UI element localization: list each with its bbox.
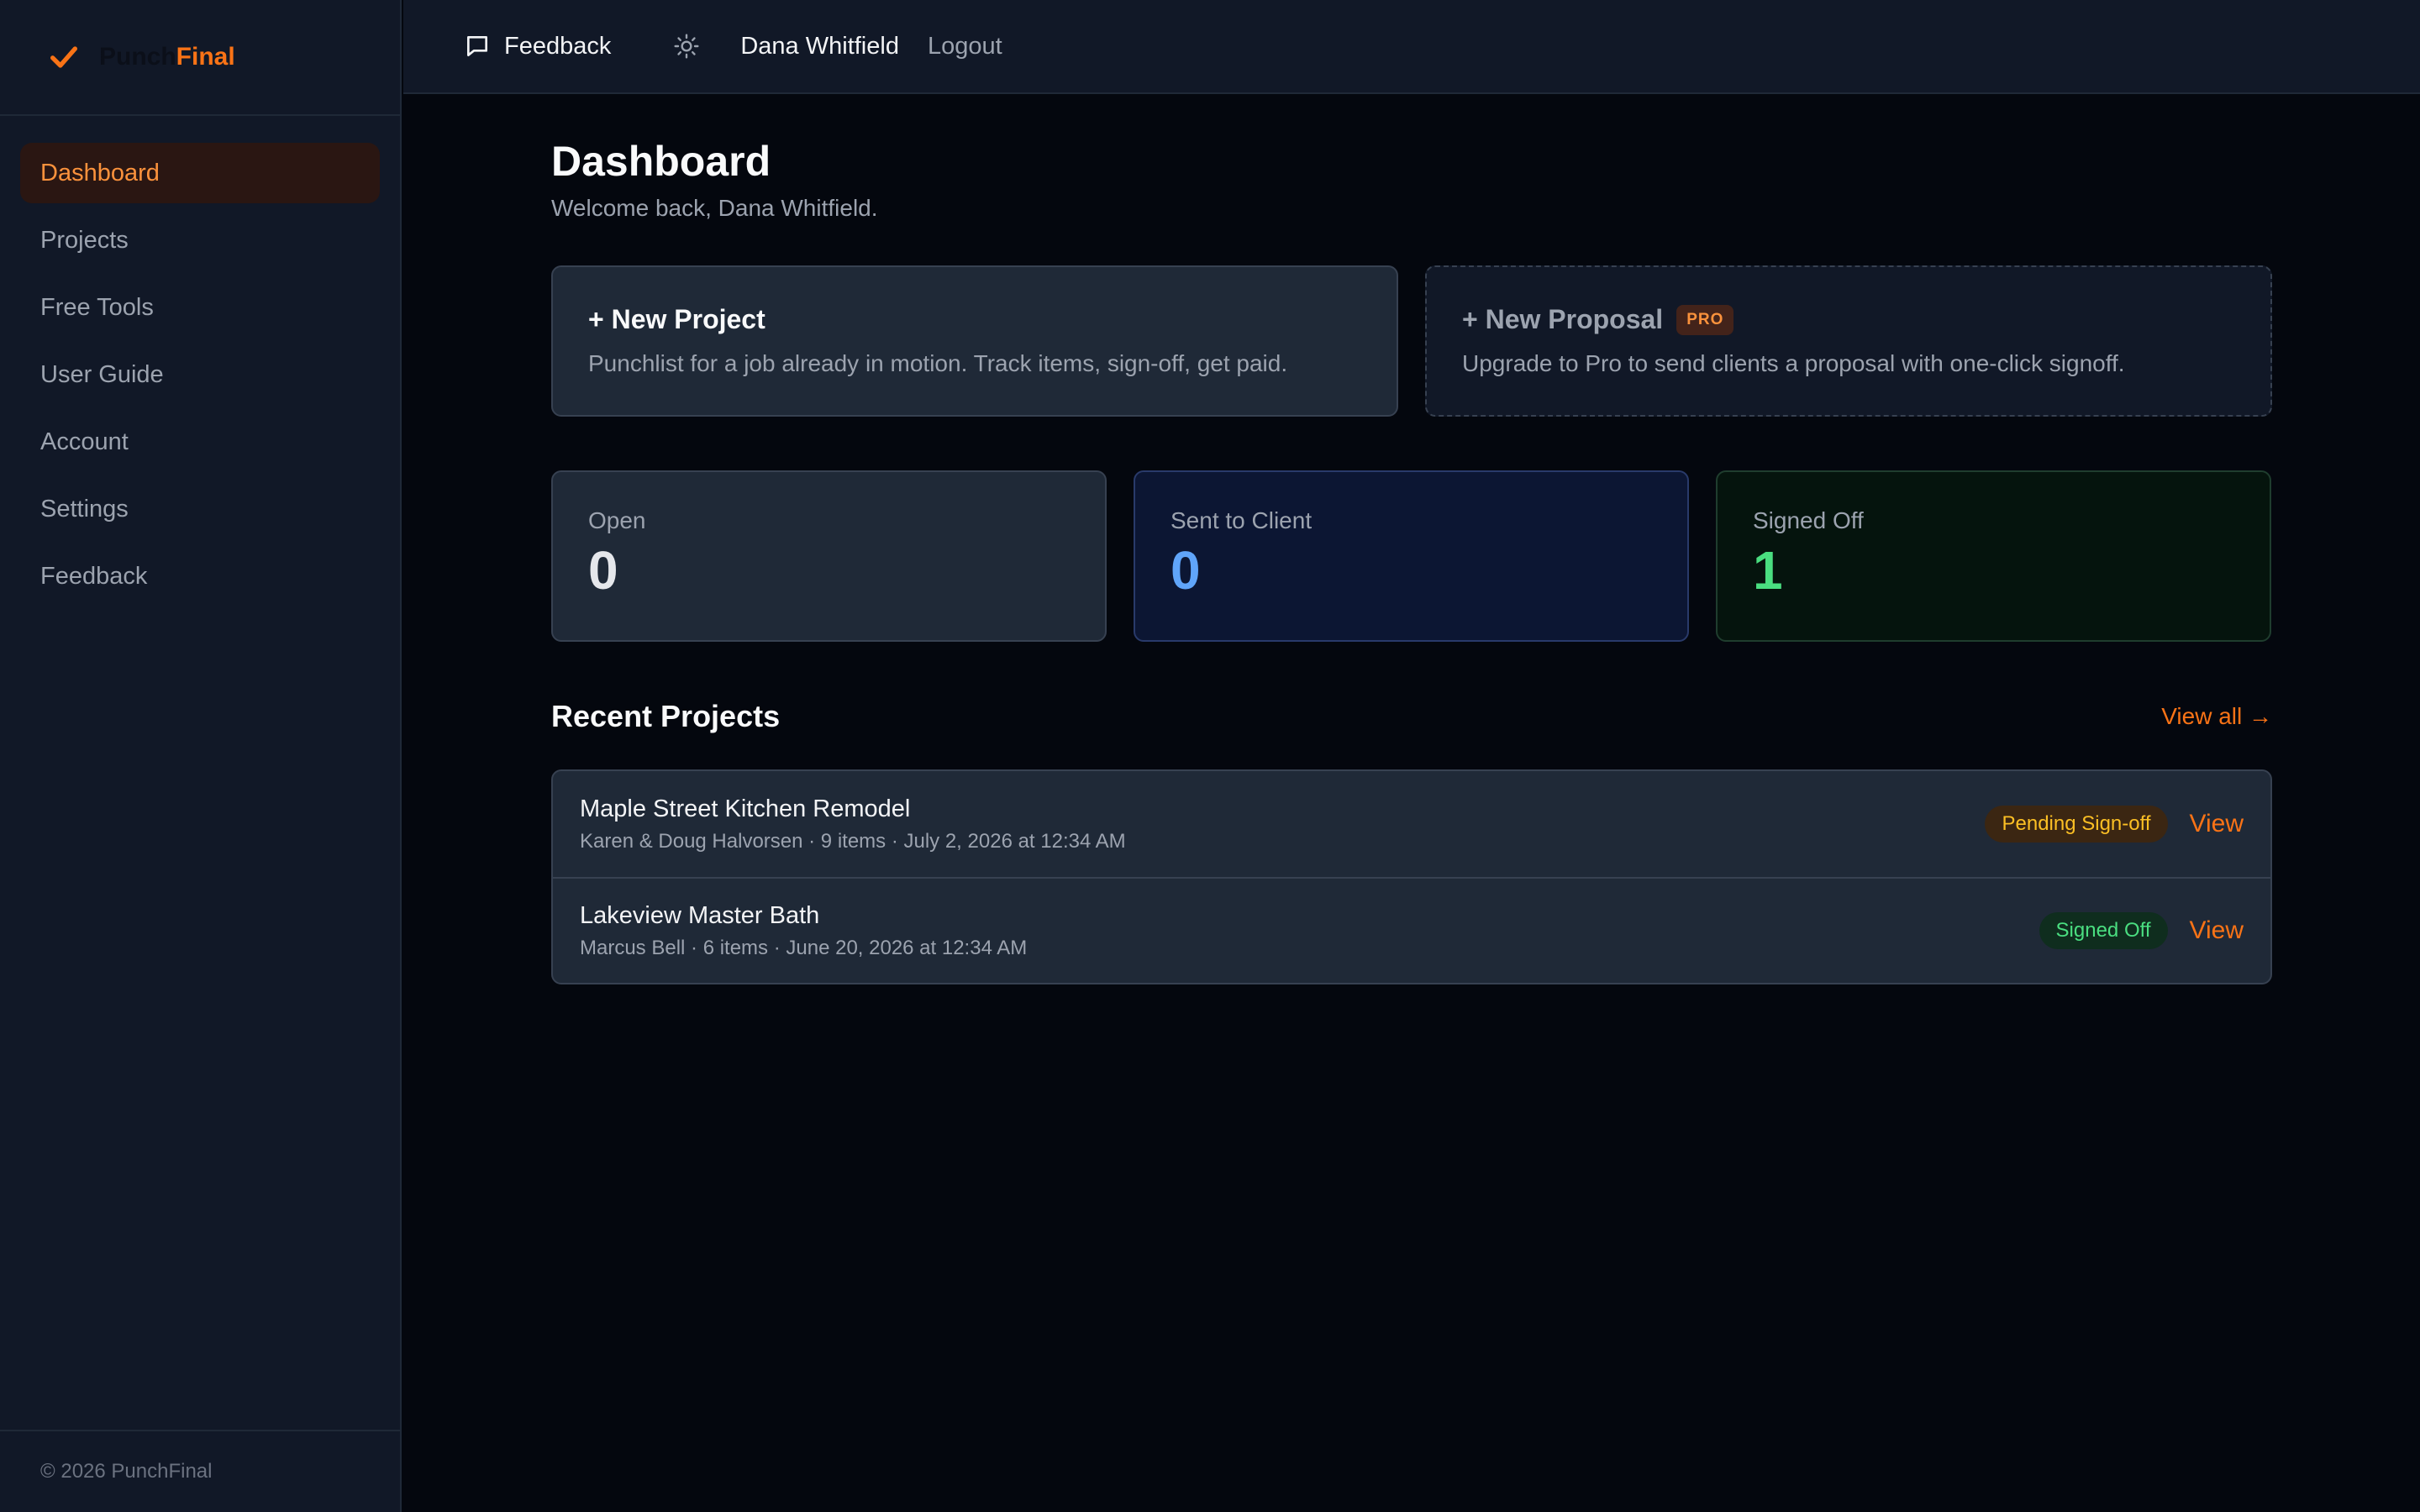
project-meta: Karen & Doug Halvorsen · 9 items · July … [580, 829, 1126, 853]
project-name: Lakeview Master Bath [580, 901, 820, 929]
project-name: Maple Street Kitchen Remodel [580, 795, 911, 822]
sidebar-item-dashboard[interactable]: Dashboard [20, 143, 380, 203]
stat-card-signed[interactable]: Signed Off 1 [1716, 470, 2271, 642]
project-row[interactable]: Maple Street Kitchen Remodel Karen & Dou… [553, 771, 2270, 877]
stat-label-open: Open [588, 507, 646, 533]
sun-icon [674, 34, 699, 59]
new-proposal-description: Upgrade to Pro to send clients a proposa… [1462, 350, 2125, 376]
brand-name-part2: Final [176, 43, 235, 71]
page-title: Dashboard [551, 138, 771, 185]
new-project-title: + New Project [588, 304, 765, 334]
stat-value-sent: 0 [1171, 540, 1201, 601]
project-info: Maple Street Kitchen Remodel Karen & Dou… [580, 795, 1126, 853]
view-all-link[interactable]: View all → [2161, 703, 2272, 730]
new-proposal-card[interactable]: + New Proposal PRO Upgrade to Pro to sen… [1425, 265, 2272, 417]
feedback-button[interactable]: Feedback [464, 33, 611, 60]
theme-toggle-button[interactable] [671, 31, 702, 61]
user-name: Dana Whitfield [740, 32, 899, 60]
sidebar-item-user-guide[interactable]: User Guide [20, 344, 380, 405]
sidebar: Punch Final Dashboard Projects Free Tools… [0, 0, 402, 1512]
stats-row: Open 0 Sent to Client 0 Signed Off 1 [551, 470, 2272, 642]
sidebar-item-projects[interactable]: Projects [20, 210, 380, 270]
sidebar-nav: Dashboard Projects Free Tools User Guide… [0, 116, 400, 606]
stat-card-open[interactable]: Open 0 [551, 470, 1107, 642]
project-actions: Pending Sign-off View [1985, 806, 2244, 843]
message-square-icon [467, 36, 487, 56]
recent-projects-title: Recent Projects [551, 699, 781, 733]
top-bar: Feedback Dana Whitfield Logout [403, 0, 2420, 94]
checkmark-icon [50, 46, 78, 68]
stat-value-signed: 1 [1753, 540, 1783, 601]
app-root: Punch Final Dashboard Projects Free Tools… [0, 0, 2420, 1512]
status-badge: Signed Off [2039, 912, 2168, 949]
logout-link[interactable]: Logout [928, 33, 1002, 60]
welcome-message: Welcome back, Dana Whitfield. [551, 195, 878, 221]
main-content: Dashboard Welcome back, Dana Whitfield. … [551, 94, 2272, 984]
quick-actions: + New Project Punchlist for a job alread… [551, 265, 2272, 417]
new-project-description: Punchlist for a job already in motion. T… [588, 350, 1288, 376]
project-view-link[interactable]: View [2190, 916, 2244, 945]
stat-label-signed: Signed Off [1753, 507, 1864, 533]
new-proposal-title-row: + New Proposal PRO [1462, 304, 2235, 335]
new-proposal-title: + New Proposal [1462, 304, 1664, 334]
sidebar-item-account[interactable]: Account [20, 412, 380, 472]
stat-value-open: 0 [588, 540, 618, 601]
project-actions: Signed Off View [2039, 912, 2244, 949]
sidebar-item-feedback[interactable]: Feedback [20, 546, 380, 606]
project-meta: Marcus Bell · 6 items · June 20, 2026 at… [580, 936, 1028, 959]
feedback-label: Feedback [504, 32, 612, 60]
recent-projects-list: Maple Street Kitchen Remodel Karen & Dou… [551, 769, 2272, 984]
project-info: Lakeview Master Bath Marcus Bell · 6 ite… [580, 902, 1027, 960]
brand-logo[interactable]: Punch Final [0, 0, 400, 116]
new-project-card[interactable]: + New Project Punchlist for a job alread… [551, 265, 1398, 417]
pro-badge: PRO [1676, 304, 1734, 335]
sidebar-item-free-tools[interactable]: Free Tools [20, 277, 380, 338]
project-view-link[interactable]: View [2190, 810, 2244, 838]
brand-name-part1: Punch [99, 43, 176, 71]
project-row[interactable]: Lakeview Master Bath Marcus Bell · 6 ite… [553, 877, 2270, 983]
recent-projects-header: Recent Projects View all → [551, 699, 2272, 734]
status-badge: Pending Sign-off [1985, 806, 2168, 843]
sidebar-footer: © 2026 PunchFinal [0, 1430, 400, 1512]
sidebar-item-settings[interactable]: Settings [20, 479, 380, 539]
stat-card-sent[interactable]: Sent to Client 0 [1134, 470, 1689, 642]
stat-label-sent: Sent to Client [1171, 507, 1313, 533]
